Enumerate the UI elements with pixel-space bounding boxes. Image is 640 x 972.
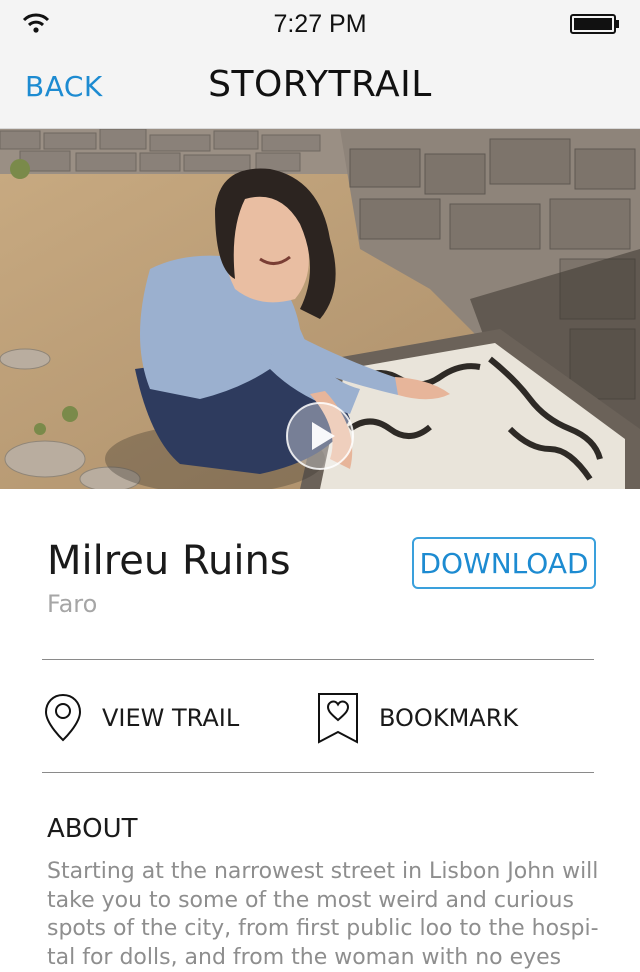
video-thumbnail[interactable] — [0, 129, 640, 489]
nav-bar: BACK STORYTRAIL — [0, 48, 640, 129]
download-button[interactable]: DOWNLOAD — [412, 537, 596, 589]
play-icon[interactable] — [285, 401, 355, 471]
status-time: 7:27 PM — [273, 10, 367, 38]
page-title: STORYTRAIL — [208, 64, 432, 105]
view-trail-label: VIEW TRAIL — [102, 704, 240, 732]
bookmark-heart-icon — [318, 693, 358, 744]
divider — [42, 772, 594, 773]
divider — [42, 659, 594, 660]
about-heading: ABOUT — [47, 814, 138, 844]
battery-icon — [570, 14, 619, 34]
place-title: Milreu Ruins — [47, 538, 291, 584]
view-trail-button[interactable]: VIEW TRAIL — [44, 690, 239, 746]
bookmark-label: BOOKMARK — [379, 704, 519, 732]
place-location: Faro — [47, 590, 98, 618]
status-bar: 7:27 PM — [0, 0, 640, 48]
about-text: Starting at the narrowest street in Lisb… — [47, 859, 599, 970]
bookmark-button[interactable]: BOOKMARK — [317, 690, 518, 746]
location-pin-icon — [44, 693, 82, 742]
